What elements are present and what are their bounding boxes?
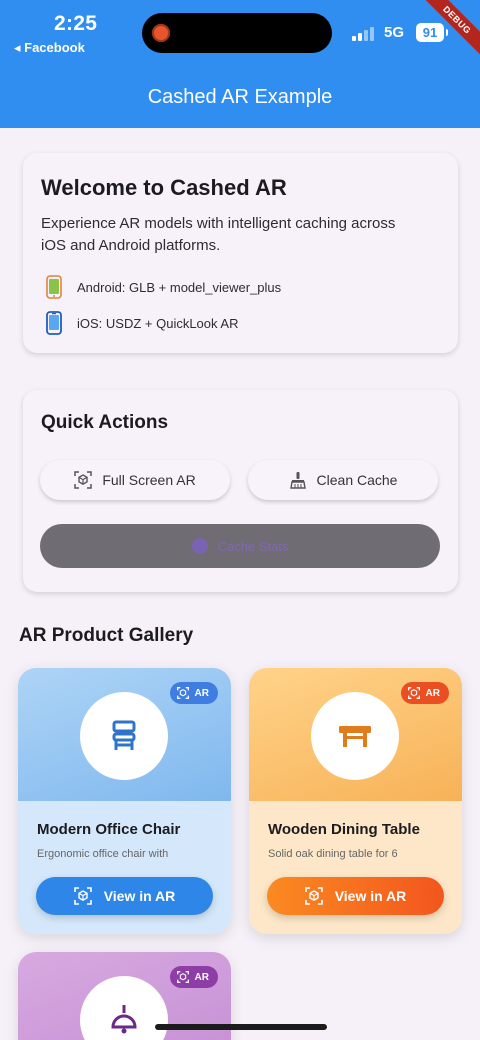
- platform-label-android: Android: GLB + model_viewer_plus: [77, 279, 282, 295]
- table-icon-circle: [311, 692, 399, 780]
- ar-cube-icon: [407, 687, 420, 699]
- chair-icon: [112, 720, 136, 750]
- ar-cube-icon: [74, 471, 93, 489]
- network-label: 5G: [384, 24, 405, 41]
- ar-badge: AR: [169, 682, 218, 704]
- product-card-chair[interactable]: AR Modern Office Chair Ergonomic office …: [18, 668, 231, 934]
- ar-cube-icon: [304, 887, 323, 905]
- recording-dot-icon: [152, 24, 170, 42]
- home-indicator[interactable]: [155, 1024, 327, 1030]
- product-image-area: AR: [249, 668, 462, 801]
- platform-row-ios: iOS: USDZ + QuickLook AR: [41, 310, 238, 336]
- platform-label-ios: iOS: USDZ + QuickLook AR: [77, 315, 239, 331]
- page-title: Cashed AR Example: [147, 86, 333, 108]
- ar-cube-icon: [176, 971, 189, 983]
- product-description: Ergonomic office chair with: [37, 848, 169, 860]
- welcome-title: Welcome to Cashed AR: [41, 175, 287, 200]
- product-name: Modern Office Chair: [37, 821, 181, 838]
- product-info: Wooden Dining Table Solid oak dining tab…: [249, 801, 462, 934]
- ar-badge-label: AR: [425, 687, 440, 699]
- welcome-card: Welcome to Cashed AR Experience AR model…: [23, 153, 458, 353]
- full-screen-ar-button[interactable]: Full Screen AR: [40, 460, 230, 500]
- back-to-app-link[interactable]: ◂ Facebook: [14, 40, 85, 56]
- ios-phone-icon: [41, 310, 67, 336]
- product-card-table[interactable]: AR Wooden Dining Table Solid oak dining …: [249, 668, 462, 934]
- product-image-area: AR: [18, 668, 231, 801]
- disabled-action-label: Cache Stats: [217, 538, 289, 554]
- android-phone-icon: [41, 274, 67, 300]
- platform-row-android: Android: GLB + model_viewer_plus: [41, 274, 281, 300]
- chair-icon-circle: [80, 692, 168, 780]
- ar-badge-label: AR: [194, 971, 209, 983]
- quick-actions-title: Quick Actions: [41, 412, 169, 433]
- stats-icon: [191, 538, 208, 554]
- broom-icon: [289, 472, 306, 489]
- product-description: Solid oak dining table for 6: [268, 848, 398, 860]
- view-in-ar-button[interactable]: View in AR: [267, 877, 444, 915]
- clean-cache-button[interactable]: Clean Cache: [248, 460, 438, 500]
- clean-cache-label: Clean Cache: [316, 472, 398, 488]
- view-in-ar-label: View in AR: [103, 888, 176, 904]
- battery-icon: 91: [416, 23, 448, 42]
- quick-actions-card: Quick Actions Full Screen AR Clean Cache…: [23, 390, 458, 592]
- status-time: 2:25: [54, 12, 98, 35]
- product-name: Wooden Dining Table: [268, 821, 420, 838]
- gallery-title: AR Product Gallery: [19, 625, 194, 646]
- ar-badge: AR: [400, 682, 449, 704]
- product-info: Modern Office Chair Ergonomic office cha…: [18, 801, 231, 934]
- view-in-ar-label: View in AR: [334, 888, 407, 904]
- lamp-icon: [111, 1005, 137, 1034]
- dynamic-island: [142, 13, 332, 53]
- ar-cube-icon: [73, 887, 92, 905]
- disabled-action-button[interactable]: Cache Stats: [40, 524, 440, 568]
- signal-icon: [352, 27, 374, 41]
- lamp-icon-circle: [80, 976, 168, 1040]
- welcome-description: Experience AR models with intelligent ca…: [41, 215, 396, 254]
- table-icon: [339, 726, 371, 747]
- ar-badge-label: AR: [194, 687, 209, 699]
- full-screen-ar-label: Full Screen AR: [102, 472, 196, 488]
- ar-cube-icon: [176, 687, 189, 699]
- ar-badge: AR: [169, 966, 218, 988]
- app-bar: 2:25 ◂ Facebook 5G 91 DEBUG Cashed AR Ex…: [0, 0, 480, 128]
- view-in-ar-button[interactable]: View in AR: [36, 877, 213, 915]
